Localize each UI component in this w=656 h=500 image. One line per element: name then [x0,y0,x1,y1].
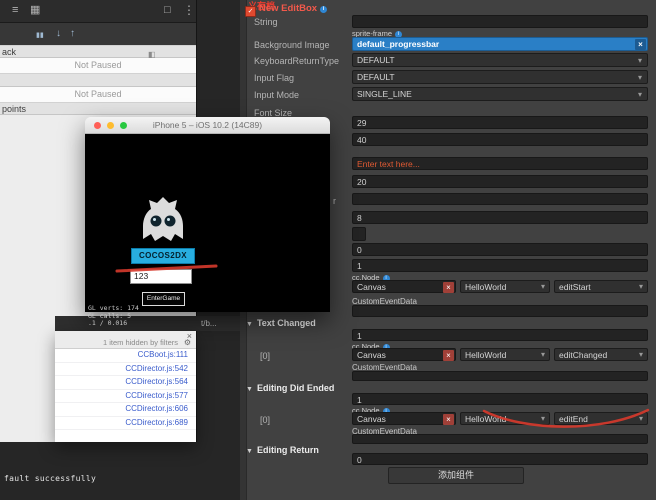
debug-toolbar-controls: ▮▮ ↓ ↑ [0,23,196,46]
background-image-label: Background Image [254,40,330,50]
component-enabled-checkbox[interactable]: ✓ [245,6,256,17]
hidden-items-status: 1 item hidden by filters [102,338,178,347]
string-input[interactable] [352,15,648,28]
clear-asset-icon[interactable]: × [635,39,646,50]
remove-node-icon[interactable]: × [443,414,454,425]
section-status: Not Paused [0,87,196,102]
console-link[interactable]: CCBoot.js:111 [55,349,196,363]
font-size-input[interactable]: 29 [352,116,648,129]
step-out-icon[interactable]: ↑ [70,27,75,41]
console-link[interactable]: CCDirector.js:577 [55,390,196,403]
console-filter-bar: × 1 item hidden by filters ⚙ [55,331,196,349]
console-window: × 1 item hidden by filters ⚙ CCBoot.js:1… [55,331,196,442]
callstack-header-label: ack [2,47,17,57]
keyboard-return-label: KeyboardReturnType [254,56,340,66]
cocos-logo-caption: COCOS2DX [131,248,195,264]
breakpoints-header-label: points [2,104,27,114]
step-into-icon[interactable]: ↓ [56,27,61,41]
custom-event-data-input[interactable] [352,434,648,444]
remove-node-icon[interactable]: × [443,350,454,361]
event-changed-handler-select[interactable]: editChanged [554,348,648,361]
input-flag-label: Input Flag [254,73,295,83]
close-button[interactable] [94,122,101,129]
editing-return-section-header[interactable]: ▼ Editing Return [246,445,319,455]
console-log-line: fault successfully [4,474,97,483]
event-began-size-input[interactable]: 1 [352,259,648,272]
text-changed-section-header[interactable]: ▼ Text Changed [246,318,316,328]
event-return-size-input[interactable]: 0 [352,453,648,465]
pause-icon[interactable]: ▮▮ [36,29,44,43]
event-ended-node-field[interactable]: Canvas × [352,412,456,425]
callstack-status: Not Paused [0,58,196,73]
keyboard-return-select[interactable]: DEFAULT [352,53,648,67]
event-index-label: [0] [260,351,271,361]
custom-event-data-input[interactable] [352,305,648,317]
remove-node-icon[interactable]: × [443,282,454,293]
more-icon[interactable]: ⋮ [183,3,195,18]
cocos-logo: COCOS2DX [131,193,195,264]
tab-index-input[interactable]: 0 [352,243,648,256]
event-began-handler-select[interactable]: editStart [554,280,648,293]
minimize-button[interactable] [107,122,114,129]
console-link[interactable]: CCDirector.js:689 [55,417,196,430]
input-flag-select[interactable]: DEFAULT [352,70,648,84]
callstack-section-header[interactable]: ack ◧ [0,45,196,59]
zoom-button[interactable] [120,122,127,129]
panel-icon[interactable]: □ [164,3,171,18]
screenshot-root: ≡ ▦ □ ⋮ ▮▮ ↓ ↑ ack ◧ Not Paused Not Paus… [0,0,656,500]
gl-stats: GL verts: 174 GL calls: 5 .1 / 0.016 [88,304,139,327]
grid-icon[interactable]: ▦ [30,3,40,18]
color-field[interactable] [352,193,648,205]
breakpoints-section-header[interactable]: points [0,102,196,115]
path-fragment: t/b... [201,319,217,328]
editing-ended-section-header[interactable]: ▼ Editing Did Ended [246,383,334,393]
custom-event-data-input[interactable] [352,371,648,381]
simulator-screen: COCOS2DX 123 EnterGame GL verts: 174 GL … [85,134,330,327]
string-label: String [254,17,278,27]
console-link[interactable]: CCDirector.js:564 [55,376,196,390]
input-mode-label: Input Mode [254,90,300,100]
event-ended-component-select[interactable]: HelloWorld [460,412,550,425]
editor-console: fault successfully [0,442,240,500]
line-height-input[interactable]: 40 [352,133,648,146]
stay-on-top-checkbox[interactable] [352,227,366,241]
placeholder-input[interactable]: Enter text here... [352,157,648,170]
component-title: New EditBox i [259,3,328,14]
cocos-ghost-icon [143,197,183,241]
input-mode-select[interactable]: SINGLE_LINE [352,87,648,101]
editor-tab-bar: t/b... [55,316,240,331]
chevron-down-icon: ▼ [246,448,253,455]
section-header-blank[interactable] [0,73,196,87]
add-component-button[interactable]: 添加组件 [388,467,524,484]
menu-icon[interactable]: ≡ [12,3,18,18]
event-changed-node-field[interactable]: Canvas × [352,348,456,361]
help-icon[interactable]: i [320,6,328,13]
chevron-down-icon: ▼ [246,386,253,393]
event-ended-size-input[interactable]: 1 [352,393,648,405]
game-text-input[interactable]: 123 [130,269,192,284]
label-fragment: r [333,196,336,206]
max-length-input[interactable]: 8 [352,211,648,224]
simulator-window: iPhone 5 – iOS 10.2 (14C89) COCOS2DX 123… [85,117,330,327]
event-changed-size-input[interactable]: 1 [352,329,648,341]
debug-toolbar-top: ≡ ▦ □ ⋮ [0,0,196,23]
simulator-titlebar[interactable]: iPhone 5 – iOS 10.2 (14C89) [85,117,330,134]
console-link[interactable]: CCDirector.js:542 [55,363,196,376]
event-ended-handler-select[interactable]: editEnd [554,412,648,425]
console-link[interactable]: CCDirector.js:606 [55,403,196,417]
enter-game-button[interactable]: EnterGame [142,292,185,306]
event-index-label: [0] [260,415,271,425]
event-changed-component-select[interactable]: HelloWorld [460,348,550,361]
background-image-field[interactable]: default_progressbar × [352,37,648,51]
event-began-node-field[interactable]: Canvas × [352,280,456,293]
gear-icon[interactable]: ⚙ [184,338,191,347]
simulator-title: iPhone 5 – iOS 10.2 (14C89) [152,120,263,130]
placeholder-size-input[interactable]: 20 [352,175,648,188]
chevron-down-icon: ▼ [246,321,253,328]
event-began-component-select[interactable]: HelloWorld [460,280,550,293]
